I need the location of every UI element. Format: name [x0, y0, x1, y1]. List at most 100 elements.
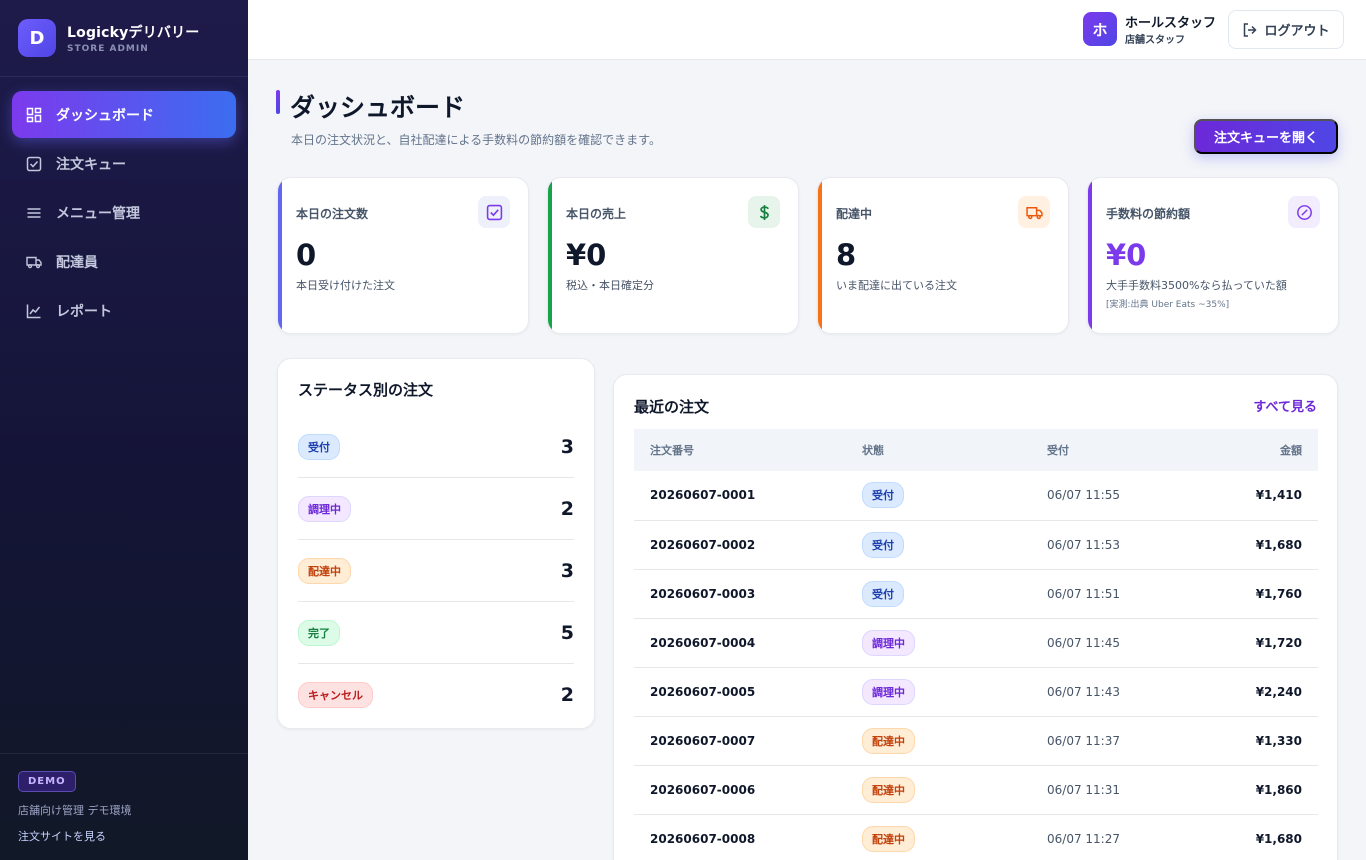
- view-order-site-link[interactable]: 注文サイトを見る: [18, 828, 230, 844]
- stat-label: 本日の売上: [566, 207, 627, 221]
- card-accent: [818, 178, 822, 333]
- see-all-link[interactable]: すべて見る: [1253, 396, 1317, 415]
- open-order-queue-button[interactable]: 注文キューを開く: [1194, 119, 1338, 154]
- status-badge: 調理中: [862, 678, 915, 705]
- order-received-time: 06/07 11:27: [1031, 814, 1191, 860]
- sidebar-item-order-queue[interactable]: 注文キュー: [12, 140, 236, 187]
- status-count: 2: [560, 497, 574, 520]
- table-row[interactable]: 20260607-0002 受付 06/07 11:53 ¥1,680: [634, 520, 1318, 570]
- status-badge: 配達中: [298, 557, 351, 584]
- status-row: 調理中 2: [298, 478, 574, 540]
- status-count: 2: [560, 684, 574, 706]
- status-badge: 調理中: [298, 495, 351, 522]
- order-received-time: 06/07 11:55: [1031, 471, 1191, 521]
- sidebar: D Logickyデリバリー STORE ADMIN ダッシュボード 注文キュー…: [0, 0, 248, 860]
- table-row[interactable]: 20260607-0003 受付 06/07 11:51 ¥1,760: [634, 569, 1318, 619]
- order-amount: ¥1,330: [1191, 716, 1318, 766]
- sidebar-item-label: レポート: [56, 303, 112, 320]
- logout-label: ログアウト: [1264, 23, 1330, 38]
- order-received-time: 06/07 11:51: [1031, 569, 1191, 619]
- sidebar-item-label: 配達員: [56, 254, 98, 271]
- order-status: 配達中: [846, 814, 1031, 860]
- order-number: 20260607-0005: [634, 667, 846, 717]
- logout-icon: [1242, 22, 1264, 38]
- card-accent: [278, 178, 282, 333]
- recent-orders-panel: 最近の注文 すべて見る 注文番号 状態 受付 金額 20260607-0001 受…: [613, 374, 1338, 860]
- order-number: 20260607-0007: [634, 716, 846, 766]
- dollar-icon: [748, 196, 780, 228]
- table-row[interactable]: 20260607-0001 受付 06/07 11:55 ¥1,410: [634, 471, 1318, 521]
- checkbox-icon: [478, 196, 510, 228]
- panel-title: ステータス別の注文: [298, 381, 434, 399]
- order-received-time: 06/07 11:43: [1031, 667, 1191, 717]
- page-title: ダッシュボード: [290, 93, 466, 122]
- order-number: 20260607-0004: [634, 618, 846, 668]
- status-count: 3: [560, 435, 574, 458]
- order-received-time: 06/07 11:31: [1031, 765, 1191, 815]
- table-row[interactable]: 20260607-0008 配達中 06/07 11:27 ¥1,680: [634, 814, 1318, 860]
- order-number: 20260607-0002: [634, 520, 846, 570]
- user-role: 店舗スタッフ: [1124, 35, 1185, 46]
- order-amount: ¥1,860: [1191, 765, 1318, 815]
- status-badge: キャンセル: [298, 682, 373, 708]
- order-amount: ¥1,720: [1191, 618, 1318, 668]
- status-row: 配達中 3: [298, 540, 574, 602]
- stat-description: 税込・本日確定分: [566, 279, 654, 292]
- brand[interactable]: D Logickyデリバリー STORE ADMIN: [0, 0, 248, 77]
- status-badge: 受付: [298, 433, 340, 460]
- logout-button[interactable]: ログアウト: [1228, 10, 1344, 49]
- checkbox-icon: [26, 156, 42, 172]
- status-row: 完了 5: [298, 602, 574, 664]
- column-header-received: 受付: [1031, 429, 1191, 471]
- order-number: 20260607-0006: [634, 765, 846, 815]
- menu-lines-icon: [26, 205, 42, 221]
- stat-value: 0: [296, 238, 317, 272]
- status-badge: 配達中: [862, 776, 915, 803]
- sidebar-item-dashboard[interactable]: ダッシュボード: [12, 91, 236, 138]
- order-number: 20260607-0001: [634, 471, 846, 521]
- status-badge: 受付: [862, 580, 904, 607]
- table-row[interactable]: 20260607-0006 配達中 06/07 11:31 ¥1,860: [634, 765, 1318, 815]
- page-subtitle: 本日の注文状況と、自社配達による手数料の節約額を確認できます。: [291, 133, 661, 147]
- chart-icon: [26, 303, 42, 319]
- dashboard-icon: [26, 107, 42, 123]
- order-amount: ¥1,410: [1191, 471, 1318, 521]
- orders-table: 注文番号 状態 受付 金額 20260607-0001 受付 06/07 11:55…: [634, 429, 1318, 860]
- order-status: 配達中: [846, 765, 1031, 815]
- order-number: 20260607-0008: [634, 814, 846, 860]
- status-count: 3: [560, 559, 574, 582]
- table-row[interactable]: 20260607-0007 配達中 06/07 11:37 ¥1,330: [634, 716, 1318, 766]
- sidebar-item-reports[interactable]: レポート: [12, 287, 236, 334]
- column-header-amount: 金額: [1191, 429, 1318, 471]
- table-row[interactable]: 20260607-0005 調理中 06/07 11:43 ¥2,240: [634, 667, 1318, 717]
- sidebar-item-menu[interactable]: メニュー管理: [12, 189, 236, 236]
- brand-subtitle: STORE ADMIN: [67, 44, 149, 54]
- topbar: ホ ホールスタッフ 店舗スタッフ ログアウト: [248, 0, 1366, 60]
- sidebar-item-label: 注文キュー: [56, 156, 126, 173]
- page-header: ダッシュボード 本日の注文状況と、自社配達による手数料の節約額を確認できます。: [276, 88, 661, 148]
- order-amount: ¥1,680: [1191, 520, 1318, 570]
- stat-label: 配達中: [836, 207, 873, 221]
- truck-icon: [1018, 196, 1050, 228]
- order-amount: ¥2,240: [1191, 667, 1318, 717]
- column-header-status: 状態: [846, 429, 1031, 471]
- user-menu[interactable]: ホ ホールスタッフ 店舗スタッフ: [1082, 12, 1216, 46]
- panel-title: 最近の注文: [634, 398, 710, 416]
- order-received-time: 06/07 11:37: [1031, 716, 1191, 766]
- status-row: キャンセル 2: [298, 664, 574, 726]
- status-badge: 配達中: [862, 727, 915, 754]
- status-count: 5: [560, 621, 574, 644]
- sidebar-item-label: メニュー管理: [56, 205, 140, 222]
- stat-value: 8: [836, 238, 857, 272]
- status-badge: 受付: [862, 482, 904, 509]
- sidebar-item-drivers[interactable]: 配達員: [12, 238, 236, 285]
- stat-note: [実測:出典 Uber Eats ~35%]: [1106, 300, 1230, 310]
- demo-badge: DEMO: [18, 771, 76, 792]
- order-status: 配達中: [846, 716, 1031, 766]
- status-badge: 完了: [298, 619, 340, 646]
- stat-description: 大手手数料3500%なら払っていた額: [1106, 279, 1287, 292]
- stat-card-fee-savings: 手数料の節約額 ¥0 大手手数料3500%なら払っていた額 [実測:出典 Ube…: [1087, 177, 1339, 334]
- table-row[interactable]: 20260607-0004 調理中 06/07 11:45 ¥1,720: [634, 618, 1318, 668]
- order-received-time: 06/07 11:53: [1031, 520, 1191, 570]
- stat-value: ¥0: [1106, 238, 1147, 272]
